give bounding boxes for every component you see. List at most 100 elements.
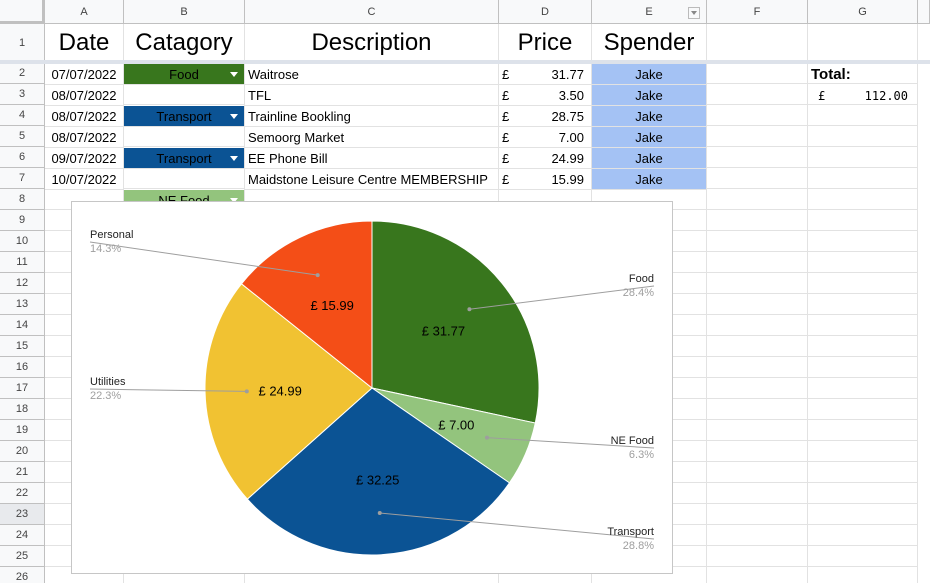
empty-cell[interactable] [808,483,918,504]
empty-cell[interactable] [808,441,918,462]
empty-cell[interactable] [707,147,808,168]
empty-cell[interactable] [707,84,808,105]
row-header-3[interactable]: 3 [0,84,45,105]
empty-cell[interactable] [707,168,808,189]
pie-chart[interactable]: £ 31.77 Food 28.4% £ 7.00 NE Food 6.3% £ 32.25… [71,201,673,574]
row-header-25[interactable]: 25 [0,546,45,567]
empty-cell[interactable] [808,273,918,294]
empty-cell[interactable] [808,147,918,168]
row-header-4[interactable]: 4 [0,105,45,126]
row-header-1[interactable]: 1 [0,24,45,63]
row-header-2[interactable]: 2 [0,63,45,84]
empty-cell[interactable] [808,126,918,147]
empty-cell[interactable] [707,105,808,126]
header-date[interactable]: Date [45,24,124,63]
empty-cell[interactable] [707,273,808,294]
column-header-f[interactable]: F [707,0,808,24]
empty-cell[interactable] [808,378,918,399]
spender-cell[interactable]: Jake [592,85,707,106]
category-chip-transport[interactable]: Transport [124,148,245,169]
price-cell[interactable]: £7.00 [499,127,592,148]
empty-cell[interactable] [808,189,918,210]
description-cell[interactable]: EE Phone Bill [245,148,499,169]
row-header-9[interactable]: 9 [0,210,45,231]
row-header-11[interactable]: 11 [0,252,45,273]
pie-slice-food[interactable] [371,220,540,424]
empty-cell[interactable] [808,105,918,126]
empty-cell[interactable] [707,294,808,315]
column-header-a[interactable]: A [45,0,124,24]
date-cell[interactable]: 07/07/2022 [45,64,124,85]
row-header-5[interactable]: 5 [0,126,45,147]
empty-cell[interactable] [808,420,918,441]
date-cell[interactable]: 08/07/2022 [45,106,124,127]
category-chip-food[interactable]: Food [124,64,245,85]
empty-cell[interactable] [808,210,918,231]
empty-cell[interactable] [707,126,808,147]
row-header-18[interactable]: 18 [0,399,45,420]
price-cell[interactable]: £15.99 [499,169,592,190]
empty-cell[interactable] [808,231,918,252]
price-cell[interactable]: £24.99 [499,148,592,169]
column-header-d[interactable]: D [499,0,592,24]
empty-cell[interactable] [808,525,918,546]
row-header-15[interactable]: 15 [0,336,45,357]
description-cell[interactable]: Maidstone Leisure Centre MEMBERSHIP [245,169,499,190]
empty-cell[interactable] [707,357,808,378]
empty-cell[interactable] [707,24,808,63]
row-header-22[interactable]: 22 [0,483,45,504]
empty-cell[interactable] [707,399,808,420]
row-header-8[interactable]: 8 [0,189,45,210]
row-header-7[interactable]: 7 [0,168,45,189]
category-chip-transport[interactable]: Transport [124,106,245,127]
header-category[interactable]: Catagory [124,24,245,63]
empty-cell[interactable] [124,126,245,147]
row-header-23[interactable]: 23 [0,504,45,525]
row-header-24[interactable]: 24 [0,525,45,546]
empty-cell[interactable] [707,252,808,273]
row-header-17[interactable]: 17 [0,378,45,399]
select-all-corner[interactable] [0,0,45,24]
empty-cell[interactable] [808,315,918,336]
empty-cell[interactable] [124,84,245,105]
description-cell[interactable]: TFL [245,85,499,106]
chevron-down-icon[interactable] [230,114,238,119]
price-cell[interactable]: £28.75 [499,106,592,127]
empty-cell[interactable] [707,189,808,210]
empty-cell[interactable] [707,483,808,504]
row-header-10[interactable]: 10 [0,231,45,252]
empty-cell[interactable] [707,504,808,525]
spender-cell[interactable]: Jake [592,127,707,148]
empty-cell[interactable] [808,24,918,63]
date-cell[interactable]: 08/07/2022 [45,127,124,148]
row-header-14[interactable]: 14 [0,315,45,336]
spender-cell[interactable]: Jake [592,106,707,127]
empty-cell[interactable] [707,315,808,336]
spender-cell[interactable]: Jake [592,169,707,190]
empty-cell[interactable] [707,378,808,399]
empty-cell[interactable] [808,336,918,357]
spender-cell[interactable]: Jake [592,148,707,169]
price-cell[interactable]: £31.77 [499,64,592,85]
empty-cell[interactable] [707,63,808,84]
row-header-26[interactable]: 26 [0,567,45,583]
chevron-down-icon[interactable] [230,72,238,77]
description-cell[interactable]: Trainline Bookling [245,106,499,127]
price-cell[interactable]: £3.50 [499,85,592,106]
description-cell[interactable]: Semoorg Market [245,127,499,148]
row-header-6[interactable]: 6 [0,147,45,168]
header-spender[interactable]: Spender [592,24,707,63]
total-value[interactable]: £112.00 [808,85,918,106]
column-header-c[interactable]: C [245,0,499,24]
header-description[interactable]: Description [245,24,499,63]
empty-cell[interactable] [707,336,808,357]
date-cell[interactable]: 09/07/2022 [45,148,124,169]
row-header-19[interactable]: 19 [0,420,45,441]
empty-cell[interactable] [808,168,918,189]
empty-cell[interactable] [707,441,808,462]
row-header-20[interactable]: 20 [0,441,45,462]
date-cell[interactable]: 10/07/2022 [45,169,124,190]
empty-cell[interactable] [707,546,808,567]
empty-cell[interactable] [808,546,918,567]
date-cell[interactable]: 08/07/2022 [45,85,124,106]
